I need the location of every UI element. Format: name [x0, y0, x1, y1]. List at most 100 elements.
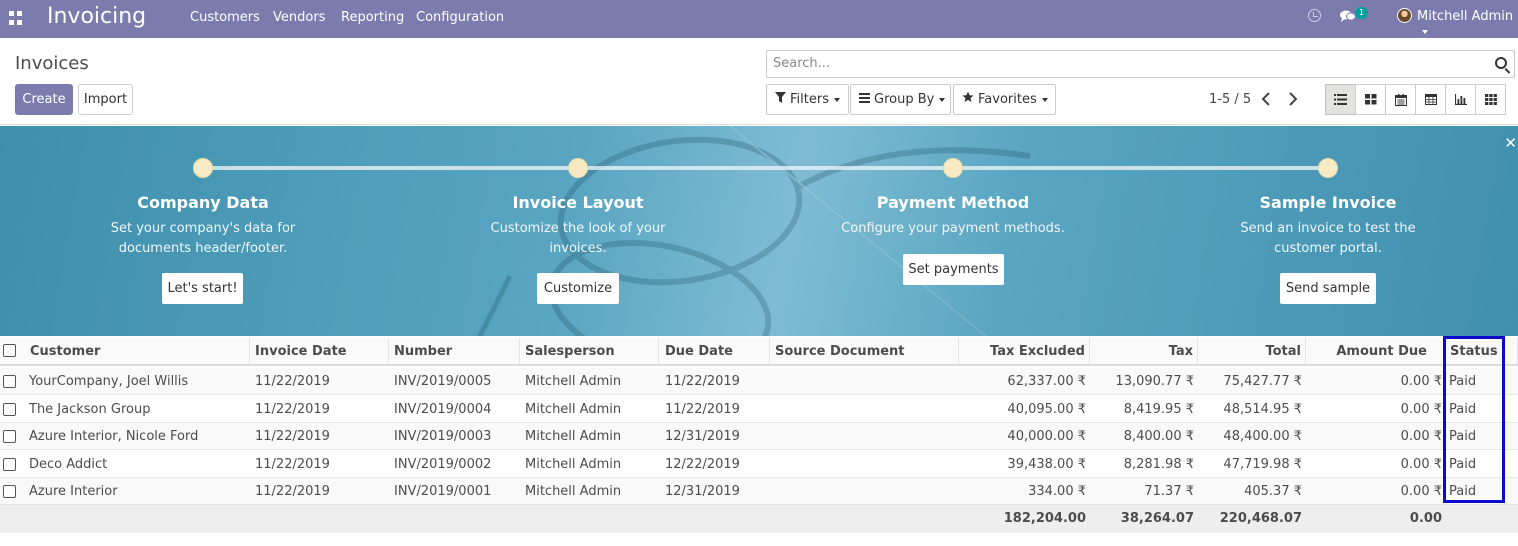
- list-view-icon[interactable]: [1325, 84, 1356, 115]
- menu-customers[interactable]: Customers: [190, 10, 260, 25]
- filters-button[interactable]: Filters: [766, 84, 849, 115]
- row-checkbox[interactable]: [3, 457, 16, 471]
- column-status[interactable]: Status: [1444, 338, 1518, 364]
- set-payments-button[interactable]: Set payments: [903, 254, 1004, 285]
- create-button[interactable]: Create: [15, 84, 73, 115]
- calendar-view-icon[interactable]: [1385, 84, 1416, 115]
- cell-tax[interactable]: 8,400.00 ₹: [1090, 423, 1198, 449]
- cell-customer[interactable]: Azure Interior: [24, 478, 250, 504]
- cell-due-date[interactable]: 12/22/2019: [659, 451, 770, 477]
- cell-status[interactable]: Paid: [1444, 451, 1518, 477]
- cell-total[interactable]: 47,719.98 ₹: [1198, 451, 1306, 477]
- cell-tax-excluded[interactable]: 39,438.00 ₹: [959, 451, 1090, 477]
- search-input[interactable]: [773, 56, 1473, 71]
- cell-salesperson[interactable]: Mitchell Admin: [520, 396, 659, 422]
- lets-start-button[interactable]: Let's start!: [162, 273, 243, 304]
- clock-icon[interactable]: [1308, 9, 1321, 22]
- row-checkbox[interactable]: [3, 485, 16, 498]
- menu-configuration[interactable]: Configuration: [416, 10, 504, 25]
- cell-salesperson[interactable]: Mitchell Admin: [520, 478, 659, 504]
- cell-number[interactable]: INV/2019/0002: [389, 451, 520, 477]
- apps-grid-icon[interactable]: [9, 11, 23, 25]
- import-button[interactable]: Import: [78, 84, 133, 115]
- favorites-button[interactable]: Favorites: [953, 84, 1056, 115]
- cell-number[interactable]: INV/2019/0004: [389, 396, 520, 422]
- cell-tax[interactable]: 8,419.95 ₹: [1090, 396, 1198, 422]
- cell-salesperson[interactable]: Mitchell Admin: [520, 368, 659, 394]
- cell-source-document[interactable]: [770, 451, 959, 477]
- cell-invoice-date[interactable]: 11/22/2019: [250, 451, 389, 477]
- cell-total[interactable]: 405.37 ₹: [1198, 478, 1306, 504]
- kanban-view-icon[interactable]: [1355, 84, 1386, 115]
- group-by-button[interactable]: Group By: [850, 84, 951, 115]
- cell-status[interactable]: Paid: [1444, 423, 1518, 449]
- cell-invoice-date[interactable]: 11/22/2019: [250, 396, 389, 422]
- table-row[interactable]: Azure Interior, Nicole Ford 11/22/2019 INV…: [0, 423, 1518, 450]
- cell-total[interactable]: 48,400.00 ₹: [1198, 423, 1306, 449]
- cell-tax-excluded[interactable]: 62,337.00 ₹: [959, 368, 1090, 394]
- activity-view-icon[interactable]: [1475, 84, 1506, 115]
- column-total[interactable]: Total: [1198, 338, 1306, 364]
- cell-tax-excluded[interactable]: 40,095.00 ₹: [959, 396, 1090, 422]
- column-customer[interactable]: Customer: [24, 338, 250, 364]
- cell-invoice-date[interactable]: 11/22/2019: [250, 423, 389, 449]
- cell-tax-excluded[interactable]: 334.00 ₹: [959, 478, 1090, 504]
- column-invoice-date[interactable]: Invoice Date: [250, 338, 389, 364]
- table-row[interactable]: YourCompany, Joel Willis 11/22/2019 INV/20…: [0, 368, 1518, 395]
- cell-due-date[interactable]: 12/31/2019: [659, 478, 770, 504]
- close-icon[interactable]: ✕: [1504, 134, 1517, 152]
- cell-amount-due[interactable]: 0.00 ₹: [1306, 423, 1444, 449]
- row-checkbox[interactable]: [3, 375, 16, 388]
- cell-status[interactable]: Paid: [1444, 368, 1518, 394]
- column-tax[interactable]: Tax: [1090, 338, 1198, 364]
- cell-amount-due[interactable]: 0.00 ₹: [1306, 478, 1444, 504]
- row-checkbox[interactable]: [3, 430, 16, 443]
- cell-invoice-date[interactable]: 11/22/2019: [250, 368, 389, 394]
- cell-number[interactable]: INV/2019/0001: [389, 478, 520, 504]
- cell-salesperson[interactable]: Mitchell Admin: [520, 451, 659, 477]
- chat-icon[interactable]: [1340, 9, 1356, 23]
- cell-tax[interactable]: 13,090.77 ₹: [1090, 368, 1198, 394]
- cell-source-document[interactable]: [770, 423, 959, 449]
- cell-source-document[interactable]: [770, 396, 959, 422]
- avatar[interactable]: [1397, 8, 1412, 23]
- cell-due-date[interactable]: 11/22/2019: [659, 396, 770, 422]
- search-icon[interactable]: [1495, 57, 1507, 69]
- cell-customer[interactable]: The Jackson Group: [24, 396, 250, 422]
- app-title[interactable]: Invoicing: [47, 4, 146, 29]
- cell-due-date[interactable]: 11/22/2019: [659, 368, 770, 394]
- column-source-document[interactable]: Source Document: [770, 338, 959, 364]
- customize-button[interactable]: Customize: [537, 273, 619, 304]
- cell-tax-excluded[interactable]: 40,000.00 ₹: [959, 423, 1090, 449]
- cell-customer[interactable]: Deco Addict: [24, 451, 250, 477]
- table-row[interactable]: The Jackson Group 11/22/2019 INV/2019/0004…: [0, 395, 1518, 423]
- pivot-view-icon[interactable]: [1415, 84, 1446, 115]
- column-tax-excluded[interactable]: Tax Excluded: [959, 338, 1090, 364]
- cell-source-document[interactable]: [770, 478, 959, 504]
- cell-due-date[interactable]: 12/31/2019: [659, 423, 770, 449]
- cell-invoice-date[interactable]: 11/22/2019: [250, 478, 389, 504]
- column-amount-due[interactable]: Amount Due: [1306, 338, 1444, 364]
- cell-customer[interactable]: Azure Interior, Nicole Ford: [24, 423, 250, 449]
- cell-amount-due[interactable]: 0.00 ₹: [1306, 368, 1444, 394]
- previous-page-icon[interactable]: [1261, 92, 1271, 106]
- cell-amount-due[interactable]: 0.00 ₹: [1306, 451, 1444, 477]
- cell-number[interactable]: INV/2019/0003: [389, 423, 520, 449]
- cell-salesperson[interactable]: Mitchell Admin: [520, 423, 659, 449]
- select-all-checkbox[interactable]: [3, 344, 16, 357]
- table-row[interactable]: Deco Addict 11/22/2019 INV/2019/0002 Mitche…: [0, 450, 1518, 478]
- cell-status[interactable]: Paid: [1444, 478, 1518, 504]
- next-page-icon[interactable]: [1288, 92, 1298, 106]
- table-row[interactable]: Azure Interior 11/22/2019 INV/2019/0001 Mit…: [0, 478, 1518, 505]
- cell-total[interactable]: 75,427.77 ₹: [1198, 368, 1306, 394]
- pager-value[interactable]: 1-5 / 5: [1209, 92, 1251, 107]
- user-menu[interactable]: Mitchell Admin: [1417, 9, 1518, 39]
- menu-reporting[interactable]: Reporting: [341, 10, 404, 25]
- column-due-date[interactable]: Due Date: [659, 338, 770, 364]
- column-number[interactable]: Number: [389, 338, 520, 364]
- graph-view-icon[interactable]: [1445, 84, 1476, 115]
- menu-vendors[interactable]: Vendors: [273, 10, 325, 25]
- cell-tax[interactable]: 8,281.98 ₹: [1090, 451, 1198, 477]
- cell-tax[interactable]: 71.37 ₹: [1090, 478, 1198, 504]
- cell-customer[interactable]: YourCompany, Joel Willis: [24, 368, 250, 394]
